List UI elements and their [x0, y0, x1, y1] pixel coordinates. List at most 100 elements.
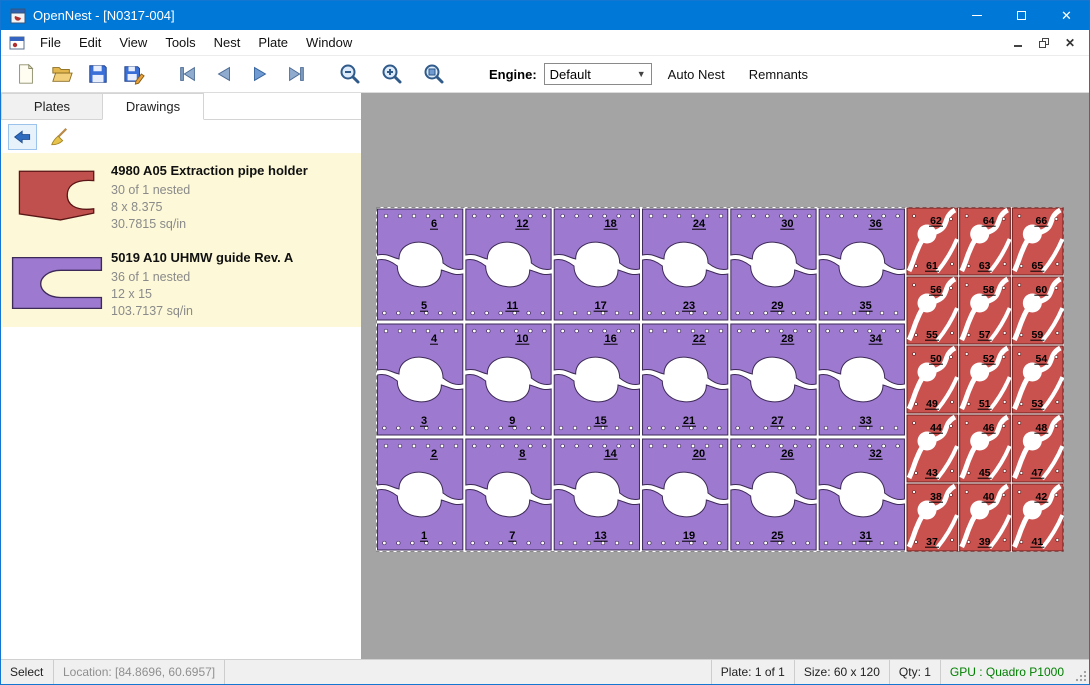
auto-nest-button[interactable]: Auto Nest — [660, 63, 733, 86]
part-number-label[interactable]: 9 — [509, 415, 515, 427]
part-number-label[interactable]: 48 — [1035, 422, 1047, 434]
nested-part-pair-red[interactable]: 6059 — [1012, 277, 1063, 344]
part-number-label[interactable]: 6 — [431, 218, 437, 230]
part-number-label[interactable]: 31 — [860, 530, 872, 542]
part-number-label[interactable]: 14 — [605, 448, 618, 460]
part-number-label[interactable]: 10 — [516, 333, 528, 345]
part-number-label[interactable]: 20 — [693, 448, 705, 460]
plate-canvas[interactable]: 6512111817242330293635431091615222128273… — [376, 207, 1064, 552]
save-as-button[interactable] — [119, 59, 149, 89]
nested-part-pair-red[interactable]: 46 45 — [960, 415, 1011, 482]
maximize-button[interactable] — [999, 1, 1044, 30]
part-number-label[interactable]: 3 — [421, 415, 427, 427]
part-number-label[interactable]: 21 — [683, 415, 695, 427]
nested-part-pair-red[interactable]: 64 63 — [960, 208, 1011, 275]
part-number-label[interactable]: 53 — [1031, 398, 1043, 410]
part-number-label[interactable]: 1 — [421, 530, 427, 542]
part-number-label[interactable]: 16 — [605, 333, 617, 345]
part-number-label[interactable]: 22 — [693, 333, 705, 345]
nested-part-pair-red[interactable]: 38 37 — [907, 484, 958, 551]
title-bar[interactable]: OpenNest - [N0317-004] ✕ — [1, 1, 1089, 30]
drawing-list-item[interactable]: 5019 A10 UHMW guide Rev. A 36 of 1 neste… — [1, 240, 361, 327]
part-number-label[interactable]: 54 — [1035, 353, 1047, 365]
part-number-label[interactable]: 27 — [771, 415, 783, 427]
part-number-label[interactable]: 34 — [870, 333, 883, 345]
menu-item-plate[interactable]: Plate — [249, 30, 297, 55]
part-number-label[interactable]: 30 — [781, 218, 793, 230]
part-number-label[interactable]: 62 — [930, 215, 942, 227]
nested-part-pair-red[interactable]: 66 65 — [1012, 208, 1063, 275]
menu-item-window[interactable]: Window — [297, 30, 361, 55]
part-number-label[interactable]: 19 — [683, 530, 695, 542]
nested-part-pair-red[interactable]: 56 55 — [907, 277, 958, 344]
nested-part-pair-red[interactable]: 58 57 — [960, 277, 1011, 344]
part-number-label[interactable]: 35 — [860, 300, 872, 312]
part-number-label[interactable]: 63 — [979, 260, 991, 272]
part-number-label[interactable]: 12 — [516, 218, 528, 230]
part-number-label[interactable]: 58 — [983, 284, 995, 296]
nested-part-pair-red[interactable]: 54 53 — [1012, 346, 1063, 413]
part-number-label[interactable]: 57 — [979, 329, 991, 341]
engine-select[interactable]: Default ▼ — [544, 63, 652, 85]
part-number-label[interactable]: 44 — [930, 422, 942, 434]
new-button[interactable] — [11, 59, 41, 89]
part-number-label[interactable]: 39 — [979, 536, 991, 548]
part-number-label[interactable]: 36 — [870, 218, 882, 230]
tab-drawings[interactable]: Drawings — [102, 93, 204, 120]
part-number-label[interactable]: 17 — [595, 300, 607, 312]
close-button[interactable]: ✕ — [1044, 1, 1089, 30]
part-number-label[interactable]: 40 — [983, 491, 995, 503]
part-number-label[interactable]: 11 — [507, 300, 519, 312]
part-number-label[interactable]: 38 — [930, 491, 942, 503]
mdi-restore-button[interactable] — [1031, 32, 1057, 54]
part-number-label[interactable]: 13 — [595, 530, 607, 542]
minimize-button[interactable] — [954, 1, 999, 30]
part-number-label[interactable]: 7 — [509, 530, 515, 542]
part-number-label[interactable]: 42 — [1035, 491, 1047, 503]
last-plate-button[interactable] — [281, 59, 311, 89]
part-number-label[interactable]: 37 — [926, 536, 938, 548]
part-number-label[interactable]: 29 — [771, 300, 783, 312]
part-number-label[interactable]: 66 — [1035, 215, 1047, 227]
mdi-close-button[interactable]: ✕ — [1057, 32, 1083, 54]
part-number-label[interactable]: 55 — [926, 329, 938, 341]
part-number-label[interactable]: 45 — [979, 467, 991, 479]
part-number-label[interactable]: 4 — [431, 333, 438, 345]
drawing-list-item[interactable]: 4980 A05 Extraction pipe holder 30 of 1 … — [1, 153, 361, 240]
menu-item-edit[interactable]: Edit — [70, 30, 110, 55]
plate[interactable]: 6512111817242330293635431091615222128273… — [376, 207, 1064, 552]
part-number-label[interactable]: 64 — [983, 215, 995, 227]
part-number-label[interactable]: 51 — [979, 398, 991, 410]
prev-plate-button[interactable] — [209, 59, 239, 89]
part-number-label[interactable]: 56 — [930, 284, 942, 296]
zoom-fit-button[interactable] — [419, 59, 449, 89]
next-plate-button[interactable] — [245, 59, 275, 89]
part-number-label[interactable]: 61 — [926, 260, 938, 272]
zoom-out-button[interactable] — [335, 59, 365, 89]
part-number-label[interactable]: 26 — [781, 448, 793, 460]
part-number-label[interactable]: 65 — [1031, 260, 1043, 272]
nested-part-pair-red[interactable]: 40 39 — [960, 484, 1011, 551]
nested-part-pair-red[interactable]: 42 41 — [1012, 484, 1063, 551]
nest-canvas[interactable]: 6512111817242330293635431091615222128273… — [361, 93, 1089, 659]
menu-item-nest[interactable]: Nest — [205, 30, 250, 55]
nested-part-pair-red[interactable]: 4847 — [1012, 415, 1063, 482]
menu-item-file[interactable]: File — [31, 30, 70, 55]
remnants-button[interactable]: Remnants — [741, 63, 816, 86]
resize-grip[interactable] — [1073, 660, 1089, 684]
part-number-label[interactable]: 8 — [519, 448, 525, 460]
part-number-label[interactable]: 41 — [1031, 536, 1043, 548]
part-number-label[interactable]: 46 — [983, 422, 995, 434]
tab-plates[interactable]: Plates — [1, 93, 103, 119]
menu-item-view[interactable]: View — [110, 30, 156, 55]
nested-part-pair-red[interactable]: 4443 — [907, 415, 958, 482]
menu-item-tools[interactable]: Tools — [156, 30, 204, 55]
part-number-label[interactable]: 5 — [421, 300, 427, 312]
zoom-in-button[interactable] — [377, 59, 407, 89]
nested-part-pair-red[interactable]: 5049 — [907, 346, 958, 413]
part-number-label[interactable]: 28 — [781, 333, 793, 345]
part-number-label[interactable]: 60 — [1035, 284, 1047, 296]
part-number-label[interactable]: 25 — [771, 530, 783, 542]
mdi-minimize-button[interactable] — [1005, 32, 1031, 54]
open-button[interactable] — [47, 59, 77, 89]
